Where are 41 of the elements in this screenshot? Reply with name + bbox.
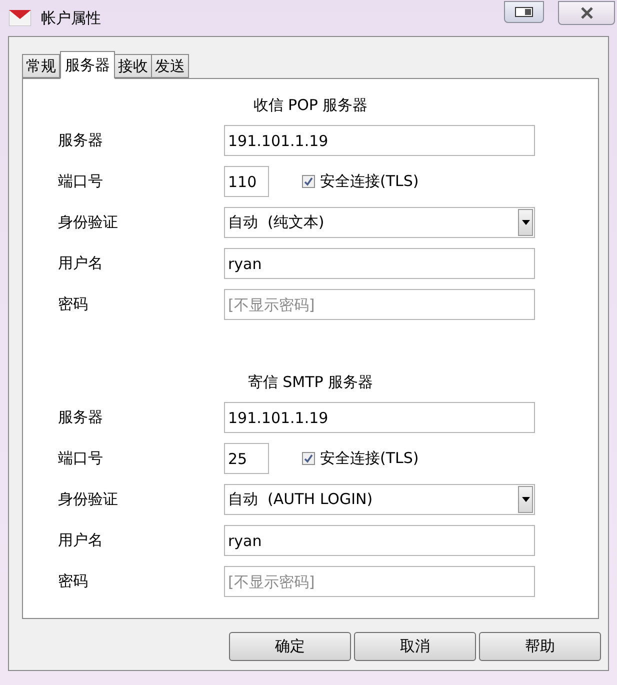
tab[interactable]: 服务器 — [60, 51, 115, 79]
dialog-button[interactable]: 取消 — [354, 632, 476, 661]
checkbox-label: 安全连接(TLS) — [320, 448, 419, 470]
field-label: 身份验证 — [57, 489, 119, 510]
checkbox-label: 安全连接(TLS) — [320, 171, 419, 192]
field-label: 端口号 — [57, 171, 104, 192]
dropdown[interactable]: 自动 (纯文本) — [224, 207, 535, 238]
envelope-icon — [9, 10, 31, 26]
checkbox[interactable] — [302, 175, 315, 188]
field-label: 密码 — [57, 294, 89, 316]
text-field[interactable]: 191.101.1.19 — [224, 125, 535, 156]
text-field[interactable]: 191.101.1.19 — [224, 402, 535, 433]
text-field[interactable]: ryan — [224, 248, 535, 279]
restore-button[interactable] — [504, 1, 544, 23]
tab[interactable]: 发送 — [151, 54, 189, 78]
field-label: 身份验证 — [57, 212, 119, 234]
caret-icon — [518, 486, 533, 513]
dialog-button[interactable]: 确定 — [229, 632, 351, 661]
section-title: 收信 POP 服务器 — [253, 94, 368, 116]
field-label: 密码 — [57, 571, 89, 592]
caret-icon — [518, 209, 533, 236]
password-field[interactable]: [不显示密码] — [224, 566, 535, 597]
port-field[interactable]: 25 — [224, 443, 269, 474]
tab[interactable]: 接收 — [114, 54, 152, 78]
checkbox[interactable] — [302, 452, 315, 465]
close-icon — [580, 7, 594, 19]
field-label: 用户名 — [57, 253, 104, 274]
field-label: 服务器 — [57, 407, 104, 428]
section-title: 寄信 SMTP 服务器 — [248, 372, 374, 393]
field-label: 端口号 — [57, 448, 104, 470]
port-field[interactable]: 110 — [224, 166, 269, 197]
window-title: 帐户属性 — [41, 8, 101, 29]
dropdown[interactable]: 自动 (AUTH LOGIN) — [224, 484, 535, 515]
password-field[interactable]: [不显示密码] — [224, 289, 535, 320]
window-icon — [515, 7, 533, 17]
dialog-button[interactable]: 帮助 — [479, 632, 601, 661]
tab[interactable]: 常规 — [22, 54, 60, 78]
field-label: 服务器 — [57, 130, 104, 152]
close-button[interactable] — [558, 1, 615, 25]
text-field[interactable]: ryan — [224, 525, 535, 556]
field-label: 用户名 — [57, 530, 104, 552]
